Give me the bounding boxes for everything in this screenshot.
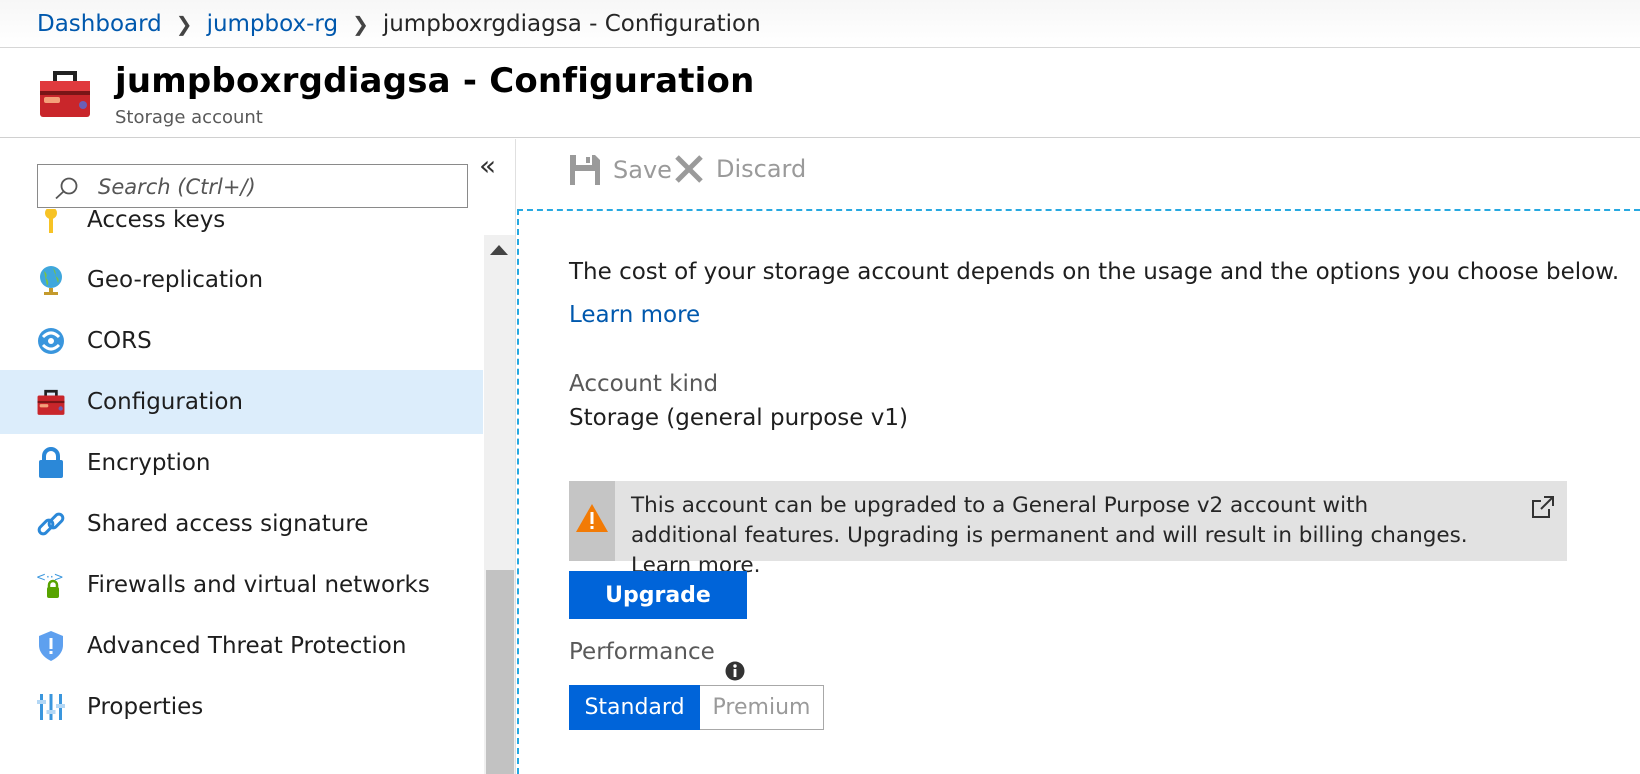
- sidebar-item-label: Configuration: [87, 389, 243, 415]
- learn-more-link[interactable]: Learn more: [569, 302, 700, 328]
- lock-icon: [36, 447, 66, 479]
- link-icon: [36, 508, 66, 540]
- breadcrumb-resource-group-link[interactable]: jumpbox-rg: [207, 11, 339, 37]
- performance-option-premium[interactable]: Premium: [700, 685, 824, 730]
- save-label: Save: [613, 156, 672, 184]
- sidebar-item-firewalls[interactable]: <··> Firewalls and virtual networks: [0, 553, 483, 617]
- scrollbar-thumb[interactable]: [486, 570, 514, 774]
- discard-label: Discard: [716, 155, 807, 183]
- sidebar-item-encryption[interactable]: Encryption: [0, 431, 483, 495]
- breadcrumb: Dashboard ❯ jumpbox-rg ❯ jumpboxrgdiagsa…: [0, 0, 1640, 48]
- notice-text: This account can be upgraded to a Genera…: [631, 493, 1468, 578]
- cors-icon: [36, 325, 66, 357]
- sidebar-item-label: Properties: [87, 694, 204, 720]
- upgrade-button[interactable]: Upgrade: [569, 571, 747, 619]
- sidebar-menu: Access keys Geo-replication CORS Configu…: [0, 209, 483, 774]
- toolbox-icon: [36, 386, 66, 418]
- sidebar-item-label: Advanced Threat Protection: [87, 633, 407, 659]
- performance-label: Performance: [569, 639, 715, 665]
- main-panel: Save Discard The cost of your storage ac…: [517, 139, 1640, 774]
- warning-icon: [576, 504, 608, 532]
- firewall-icon: <··>: [36, 569, 66, 601]
- search-icon: [55, 177, 78, 200]
- collapse-sidebar-button[interactable]: «: [479, 149, 496, 182]
- performance-option-standard[interactable]: Standard: [569, 685, 700, 730]
- toolbox-icon: [40, 71, 90, 117]
- sidebar: « Access keys Geo-replication: [0, 139, 516, 774]
- sidebar-item-label: Shared access signature: [87, 511, 369, 537]
- key-icon: [36, 209, 66, 236]
- upgrade-notice: This account can be upgraded to a Genera…: [569, 481, 1567, 578]
- account-kind-value: Storage (general purpose v1): [569, 405, 908, 431]
- properties-icon: [36, 691, 66, 723]
- sidebar-item-advanced-threat-protection[interactable]: Advanced Threat Protection: [0, 614, 483, 678]
- breadcrumb-dashboard-link[interactable]: Dashboard: [37, 11, 162, 37]
- description-text: The cost of your storage account depends…: [569, 259, 1620, 285]
- external-link-icon[interactable]: [1531, 495, 1555, 519]
- sidebar-item-properties[interactable]: Properties: [0, 675, 483, 739]
- sidebar-item-cors[interactable]: CORS: [0, 309, 483, 373]
- sidebar-item-configuration[interactable]: Configuration: [0, 370, 483, 434]
- search-box[interactable]: [37, 164, 468, 208]
- blade-header: jumpboxrgdiagsa - Configuration Storage …: [0, 49, 1640, 138]
- sidebar-item-label: CORS: [87, 328, 152, 354]
- info-icon[interactable]: [725, 661, 745, 681]
- configuration-form: The cost of your storage account depends…: [517, 209, 1640, 774]
- account-kind-label: Account kind: [569, 371, 719, 397]
- sidebar-item-label: Firewalls and virtual networks: [87, 572, 430, 598]
- page-title: jumpboxrgdiagsa - Configuration: [115, 61, 755, 101]
- breadcrumb-current: jumpboxrgdiagsa - Configuration: [382, 10, 761, 37]
- save-icon: [570, 155, 600, 185]
- discard-button[interactable]: Discard: [674, 154, 806, 184]
- chevron-right-icon: ❯: [352, 11, 369, 36]
- sidebar-item-label: Encryption: [87, 450, 211, 476]
- search-input[interactable]: [96, 169, 460, 205]
- page-subtitle: Storage account: [115, 107, 263, 128]
- command-bar: Save Discard: [517, 139, 1640, 207]
- warning-bar: [569, 481, 615, 561]
- sidebar-scrollbar[interactable]: [484, 235, 515, 774]
- sidebar-item-geo-replication[interactable]: Geo-replication: [0, 248, 483, 312]
- close-icon: [675, 155, 703, 183]
- sidebar-item-label: Access keys: [87, 209, 226, 233]
- scroll-up-arrow-icon[interactable]: [490, 245, 508, 255]
- save-button[interactable]: Save: [569, 154, 672, 186]
- globe-icon: [36, 264, 66, 296]
- chevron-right-icon: ❯: [175, 11, 193, 36]
- sidebar-item-shared-access-signature[interactable]: Shared access signature: [0, 492, 483, 556]
- sidebar-item-access-keys[interactable]: Access keys: [0, 209, 483, 252]
- performance-toggle: Standard Premium: [569, 685, 824, 730]
- sidebar-item-label: Geo-replication: [87, 267, 264, 293]
- shield-icon: [36, 630, 66, 662]
